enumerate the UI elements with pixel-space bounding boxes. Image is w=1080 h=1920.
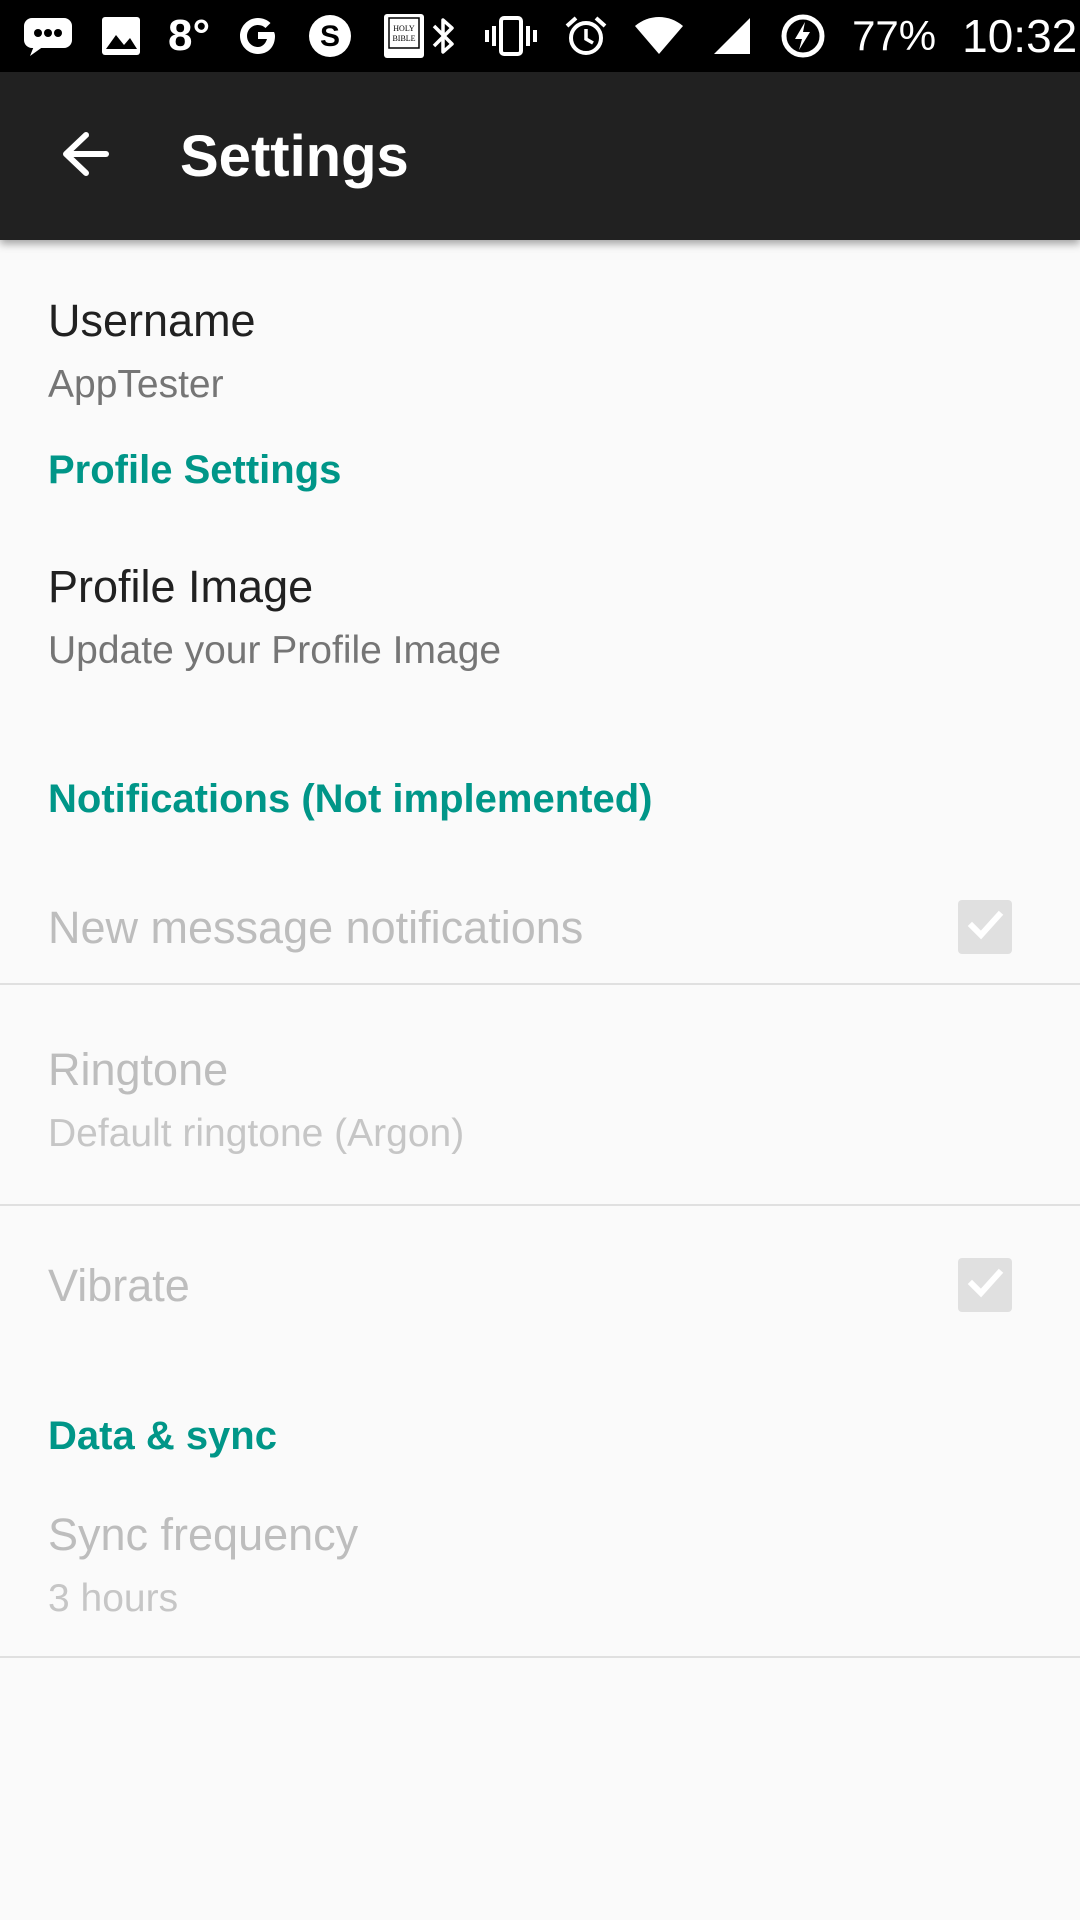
- svg-text:BIBLE: BIBLE: [393, 34, 416, 43]
- vibrate-checkbox[interactable]: [958, 1258, 1012, 1312]
- pref-ringtone[interactable]: Ringtone Default ringtone (Argon): [0, 985, 1080, 1204]
- pref-ringtone-title: Ringtone: [48, 1044, 229, 1095]
- bluetooth-icon: [428, 14, 458, 58]
- pref-new-message-notifications-title: New message notifications: [48, 901, 584, 953]
- clock: 10:32: [962, 10, 1078, 62]
- skype-icon: S: [306, 12, 354, 60]
- divider: [0, 1656, 1080, 1658]
- holy-bible-icon: HOLY BIBLE: [380, 12, 428, 60]
- battery-charging-icon: [780, 13, 826, 59]
- signal-icon: [710, 14, 754, 58]
- wifi-icon: [634, 16, 684, 56]
- pref-sync-frequency-summary: 3 hours: [48, 1577, 179, 1620]
- arrow-back-icon: [58, 127, 112, 186]
- image-icon: [100, 15, 142, 57]
- pref-profile-image-title: Profile Image: [48, 561, 314, 612]
- battery-percentage: 77%: [852, 12, 937, 59]
- pref-username-summary: AppTester: [48, 363, 224, 406]
- google-icon: [236, 14, 280, 58]
- checkmark-icon: [965, 1263, 1005, 1308]
- pref-username[interactable]: Username AppTester: [0, 240, 1080, 450]
- pref-new-message-notifications[interactable]: New message notifications: [0, 871, 1080, 983]
- app-bar: Settings: [0, 72, 1080, 240]
- back-button[interactable]: [35, 106, 135, 206]
- page-title: Settings: [180, 123, 409, 189]
- status-bar-notifications: 8° S HOLY BIBLE: [22, 11, 428, 61]
- pref-vibrate[interactable]: Vibrate: [0, 1206, 1080, 1364]
- vibrate-icon: [484, 14, 538, 58]
- messages-icon: [22, 14, 74, 58]
- pref-sync-frequency-title: Sync frequency: [48, 1509, 359, 1560]
- pref-profile-image-summary: Update your Profile Image: [48, 629, 502, 672]
- pref-username-title: Username: [48, 295, 256, 346]
- svg-text:S: S: [320, 20, 340, 53]
- settings-list: Username AppTester Profile Settings Prof…: [0, 240, 1080, 1658]
- pref-vibrate-title: Vibrate: [48, 1259, 190, 1311]
- pref-ringtone-summary: Default ringtone (Argon): [48, 1112, 465, 1155]
- category-data-sync: Data & sync: [48, 1414, 277, 1458]
- svg-text:HOLY: HOLY: [393, 24, 415, 33]
- alarm-icon: [564, 14, 608, 58]
- pref-profile-image[interactable]: Profile Image Update your Profile Image: [0, 546, 1080, 779]
- weather-temperature: 8°: [168, 11, 211, 60]
- status-bar-system: 77% 10:32: [428, 9, 1077, 63]
- status-bar: 8° S HOLY BIBLE 77% 10:32: [0, 0, 1080, 72]
- category-profile-settings: Profile Settings: [48, 448, 342, 492]
- checkmark-icon: [965, 905, 1005, 950]
- new-message-notifications-checkbox[interactable]: [958, 900, 1012, 954]
- category-notifications: Notifications (Not implemented): [48, 777, 653, 821]
- pref-sync-frequency[interactable]: Sync frequency 3 hours: [0, 1456, 1080, 1656]
